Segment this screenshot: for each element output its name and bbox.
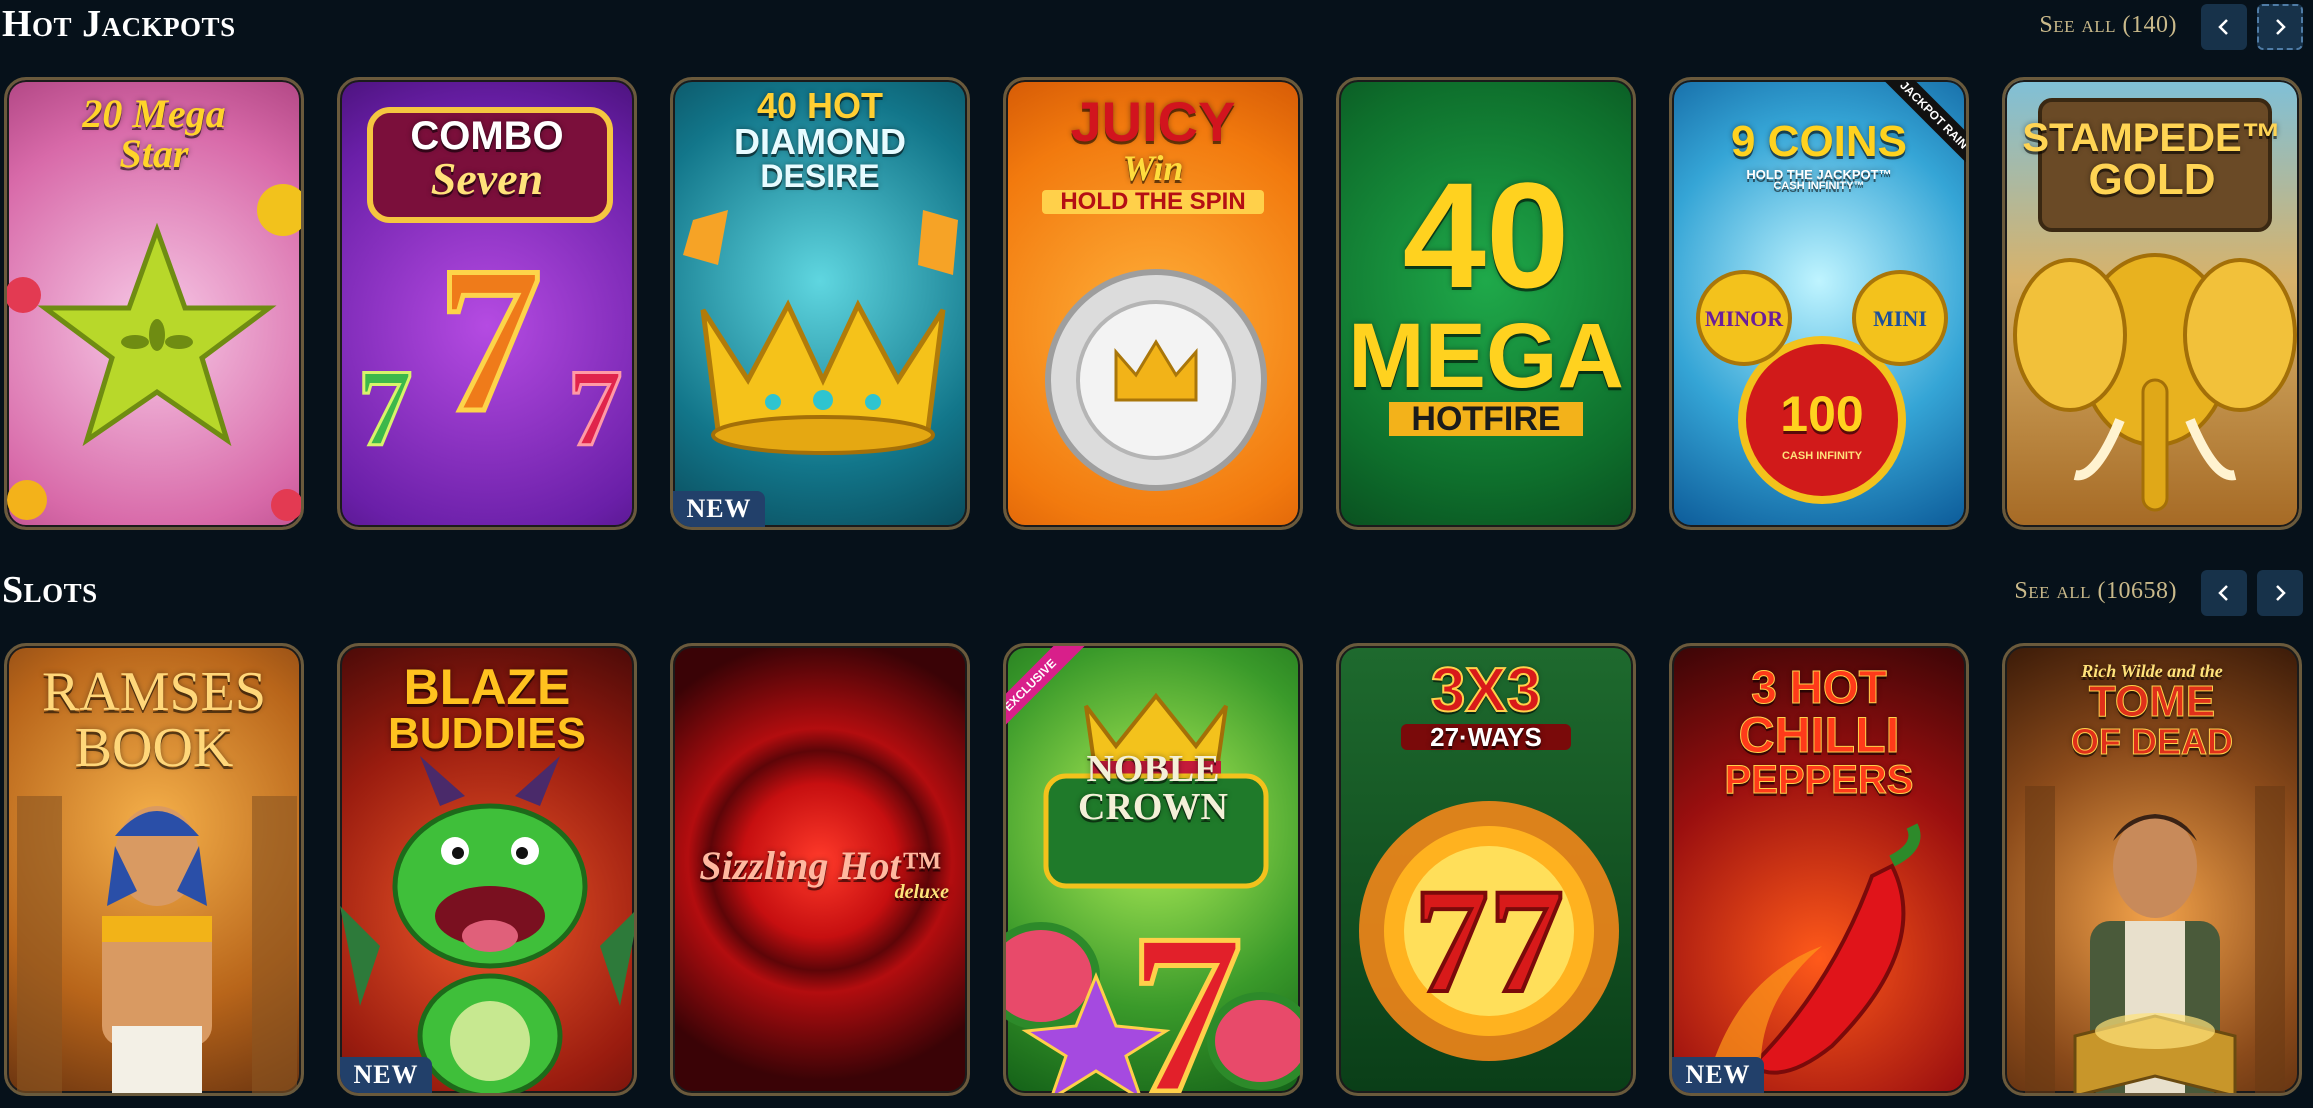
title-line: PEPPERS [1724, 758, 1914, 802]
game-card-40-mega-hotfire[interactable]: 40 MEGA HOTFIRE [1336, 77, 1636, 530]
game-title: RAMSES BOOK [7, 664, 301, 776]
game-card-noble-crown[interactable]: 7 NOBLE CROWN EXCLUSIVE [1003, 643, 1303, 1096]
see-all-link[interactable]: See all (10658) [2014, 578, 2177, 605]
title-line: BUDDIES [387, 709, 587, 758]
title-line: DIAMOND [734, 121, 906, 162]
game-row: 20 Mega Star 7 7 7 COMBO Seven 40 HOT DI… [4, 77, 2313, 532]
carousel-next-button[interactable] [2257, 4, 2303, 50]
carousel-next-button[interactable] [2257, 570, 2303, 616]
title-line: 3X3 [1430, 656, 1542, 725]
svg-text:7: 7 [358, 347, 413, 469]
title-line: MEGA [1348, 305, 1624, 407]
svg-text:7: 7 [438, 224, 543, 456]
game-title: STAMPEDE™ GOLD [2005, 118, 2299, 202]
title-line: Sizzling Hot™ [699, 843, 941, 888]
title-line: BOOK [74, 717, 234, 779]
title-line: 40 HOT [756, 85, 884, 126]
minor-label: MINOR [1704, 306, 1784, 331]
title-line: 27·WAYS [1401, 724, 1571, 750]
game-title: COMBO Seven [340, 116, 634, 202]
game-title: Sizzling Hot™ deluxe [673, 843, 967, 903]
game-title: 9 COINS HOLD THE JACKPOT™ CASH INFINITY™ [1672, 120, 1966, 192]
title-line: DESIRE [760, 158, 880, 194]
title-line: 3 HOT [1751, 661, 1887, 713]
game-card-sizzling-hot-deluxe[interactable]: Sizzling Hot™ deluxe [670, 643, 970, 1096]
chevron-left-icon [2218, 585, 2228, 601]
chevron-left-icon [2218, 19, 2228, 35]
section-title: Hot Jackpots [2, 3, 236, 45]
carousel-prev-button[interactable] [2201, 570, 2247, 616]
title-line: HOLD THE SPIN [1042, 190, 1264, 214]
svg-text:77: 77 [1414, 858, 1564, 1024]
title-line: Seven [430, 153, 544, 204]
new-badge: NEW [340, 1057, 432, 1093]
game-card-stampede-gold[interactable]: STAMPEDE™ GOLD [2002, 77, 2302, 530]
game-title: BLAZE BUDDIES [340, 662, 634, 756]
game-card-blaze-buddies[interactable]: BLAZE BUDDIES NEW [337, 643, 637, 1096]
crown-seven-icon: 7 [1006, 692, 1300, 1093]
see-all-link[interactable]: See all (140) [2039, 12, 2177, 39]
title-line: 9 COINS [1730, 117, 1908, 166]
game-title: NOBLE CROWN [1006, 750, 1300, 826]
game-card-3-hot-chilli-peppers[interactable]: 3 HOT CHILLI PEPPERS NEW [1669, 643, 1969, 1096]
chevron-right-icon [2276, 585, 2286, 601]
game-title: 40 HOT DIAMOND DESIRE [673, 85, 967, 194]
title-line: CHILLI [1738, 707, 1900, 763]
chevron-right-icon [2276, 19, 2286, 35]
title-line: Star [119, 131, 189, 176]
game-title: 20 Mega Star [7, 94, 301, 174]
title-line: NOBLE [1086, 748, 1220, 790]
title-line: STAMPEDE™ [2022, 116, 2282, 160]
title-line: 20 Mega [82, 91, 226, 136]
game-title: 3 HOT CHILLI PEPPERS [1672, 661, 1966, 802]
coin-caption: CASH INFINITY [1781, 450, 1863, 462]
carousel-prev-button[interactable] [2201, 4, 2247, 50]
new-badge: NEW [673, 491, 765, 527]
coin-value: 100 [1780, 386, 1864, 442]
new-badge: NEW [1672, 1057, 1764, 1093]
section-header: Slots See all (10658) [0, 566, 2313, 618]
title-line: COMBO [410, 114, 564, 158]
game-title: JUICY Win HOLD THE SPIN [1006, 94, 1300, 214]
mini-label: MINI [1873, 306, 1927, 331]
game-card-combo-seven[interactable]: 7 7 7 COMBO Seven [337, 77, 637, 530]
title-line: 40 [1402, 151, 1570, 319]
title-line: Win [1122, 148, 1184, 188]
game-title: 40 MEGA HOTFIRE [1339, 160, 1633, 436]
slots-section: Slots See all (10658) RAMSES BOOK BLAZE … [0, 566, 2313, 1096]
title-line: GOLD [2088, 155, 2216, 204]
game-card-40-hot-diamond-desire[interactable]: 40 HOT DIAMOND DESIRE NEW [670, 77, 970, 530]
game-card-ramses-book[interactable]: RAMSES BOOK [4, 643, 304, 1096]
game-card-3x3-27-ways[interactable]: 77 3X3 27·WAYS [1336, 643, 1636, 1096]
title-line: CASH INFINITY™ [1773, 180, 1865, 192]
svg-text:7: 7 [568, 347, 623, 469]
section-header: Hot Jackpots See all (140) [0, 0, 2313, 52]
game-card-20-mega-star[interactable]: 20 Mega Star [4, 77, 304, 530]
game-title: Rich Wilde and the TOME OF DEAD [2005, 662, 2299, 760]
game-card-juicy-win[interactable]: JUICY Win HOLD THE SPIN [1003, 77, 1303, 530]
title-line: HOTFIRE [1389, 402, 1583, 436]
game-card-9-coins[interactable]: 9 COINS HOLD THE JACKPOT™ CASH INFINITY™… [1669, 77, 1969, 530]
hot-jackpots-section: Hot Jackpots See all (140) 20 Mega Star … [0, 0, 2313, 530]
title-line: OF DEAD [2071, 721, 2234, 762]
game-title: 3X3 27·WAYS [1339, 656, 1633, 750]
title-line: JUICY [1070, 90, 1236, 153]
title-line: TOME [2088, 677, 2216, 726]
title-line: BLAZE [403, 659, 571, 715]
title-line: RAMSES [41, 661, 267, 723]
section-title: Slots [2, 569, 98, 611]
title-line: CROWN [1078, 786, 1228, 828]
game-card-tome-of-dead[interactable]: Rich Wilde and the TOME OF DEAD [2002, 643, 2302, 1096]
game-row: RAMSES BOOK BLAZE BUDDIES NEW Sizzling H… [4, 643, 2313, 1098]
